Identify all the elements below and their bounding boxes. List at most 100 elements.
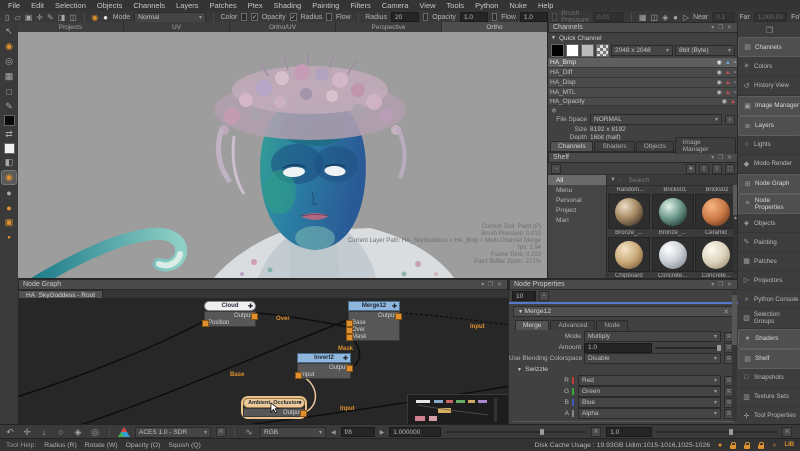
file-space-menu-button[interactable]: ≡	[725, 115, 735, 125]
dock-item-texture-sets[interactable]: ▥Texture Sets	[738, 388, 800, 407]
channel-row-ha-mtl[interactable]: HA_MTL◉▲▫	[548, 88, 738, 98]
white-swatch[interactable]	[566, 44, 579, 57]
tab-projects[interactable]: Projects	[18, 22, 123, 32]
channel-view-dropdown[interactable]: RGB	[260, 427, 326, 438]
resolution-dropdown[interactable]: 2048 x 2048	[611, 45, 673, 56]
menu-filters[interactable]: Filters	[350, 1, 370, 10]
warp-icon[interactable]: ◈	[72, 427, 84, 438]
lock-icon-2[interactable]	[744, 445, 750, 449]
menu-edit[interactable]: Edit	[31, 1, 44, 10]
pressure-checkbox[interactable]	[552, 13, 557, 21]
snowflake-cache-icon[interactable]: ❄	[551, 107, 557, 115]
flow-jitter-checkbox[interactable]	[326, 13, 331, 21]
dock-item-channels[interactable]: ▤Channels	[738, 37, 800, 57]
dock-item-objects[interactable]: ◈Objects	[738, 214, 800, 233]
pressure-field[interactable]: 0.01	[593, 12, 624, 22]
quick-channel-header[interactable]: ▼ Quick Channel	[548, 33, 738, 43]
expand-view-button[interactable]: ⛶	[725, 164, 735, 174]
tab-shaders[interactable]: Shaders	[594, 141, 634, 151]
flag-icon[interactable]: ▷	[683, 13, 689, 22]
lock-icon[interactable]: ▫	[734, 90, 736, 96]
node-properties-scrollbar[interactable]	[732, 291, 737, 421]
lock-icon-3[interactable]	[758, 445, 764, 449]
new-project-icon[interactable]: ▯	[4, 13, 10, 22]
ao-output-port[interactable]	[300, 410, 307, 417]
add-pointer-icon[interactable]: ✛	[36, 13, 43, 22]
close-section-icon[interactable]: ✕	[723, 308, 729, 316]
gain-reset-button[interactable]: R	[591, 427, 601, 437]
menu-file[interactable]: File	[8, 1, 20, 10]
background-color-swatch[interactable]	[4, 143, 15, 154]
clone-sphere-icon[interactable]: ●	[2, 186, 16, 199]
cloud-position-port[interactable]	[202, 320, 209, 327]
node-invert2[interactable]: Invert2✚ Output Input	[297, 353, 351, 379]
fstop-prev-icon[interactable]: ◀	[331, 429, 336, 436]
drop-paint-icon[interactable]: ↓	[38, 427, 50, 437]
file-space-dropdown[interactable]: NORMAL	[590, 114, 722, 125]
dock-item-history-view[interactable]: ↺History View	[738, 76, 800, 95]
pin-properties-button[interactable]: ▪	[539, 291, 549, 301]
pin-dot-icon[interactable]: ●	[2, 231, 16, 244]
node-merge12[interactable]: Merge12✚ Output Base Over Mask	[348, 301, 400, 341]
menu-ptex[interactable]: Ptex	[248, 1, 263, 10]
collapse-arrow-icon[interactable]: ▼	[551, 35, 556, 41]
shelf-swatch-ceramic[interactable]: Ceramic	[694, 194, 738, 236]
import-shelf-button[interactable]: ↧	[712, 164, 722, 174]
invert-input-port[interactable]	[295, 372, 302, 379]
gain-slider[interactable]	[446, 431, 586, 433]
black-swatch[interactable]	[551, 44, 564, 57]
select-cursor-icon[interactable]: ↖	[2, 25, 16, 38]
fstop-next-icon[interactable]: ▶	[380, 429, 385, 436]
circle-select-icon[interactable]: ○	[55, 427, 67, 437]
flow-checkbox[interactable]	[492, 13, 497, 21]
colorspace-reset-button[interactable]: R	[216, 427, 226, 437]
dock-item-colors[interactable]: ✳Colors	[738, 57, 800, 76]
dock-item-selection-groups[interactable]: ▧Selection Groups	[738, 309, 800, 328]
shelf-swatch-bronze-2[interactable]: Bronze_...	[651, 194, 695, 236]
rgb-triangle-icon[interactable]	[118, 427, 130, 437]
color-checkbox[interactable]	[241, 13, 246, 21]
gain-field[interactable]: 1.000000	[389, 427, 441, 437]
checker-swatch[interactable]	[596, 44, 609, 57]
swizzle-g-dropdown[interactable]: Green	[578, 386, 721, 397]
tab-node[interactable]: Node	[596, 320, 628, 330]
gamma-field[interactable]: 1.0	[606, 427, 652, 437]
menu-selection[interactable]: Selection	[55, 1, 86, 10]
color-pair-icon[interactable]: ◧	[2, 156, 16, 169]
menu-shading[interactable]: Shading	[274, 1, 302, 10]
channels-panel-header[interactable]: Channels▾ ❐ ✕	[548, 22, 738, 33]
marquee-select-icon[interactable]: □	[2, 85, 16, 98]
dock-item-node-properties[interactable]: ≡Node Properties	[738, 194, 800, 214]
camera-icon[interactable]: ◫	[650, 13, 658, 22]
merge-mask-port[interactable]	[346, 334, 353, 341]
3d-viewport[interactable]: Projects UV Ortho/UV Perspective Ortho C…	[18, 22, 547, 278]
dock-item-layers[interactable]: ≣Layers	[738, 116, 800, 136]
projector-icon[interactable]: ◫	[69, 13, 77, 22]
brush-tool-icon[interactable]: ✎	[47, 13, 54, 22]
gray-swatch[interactable]	[581, 44, 594, 57]
menu-nuke[interactable]: Nuke	[509, 1, 527, 10]
open-project-icon[interactable]: ▱	[14, 13, 20, 22]
opacity-field[interactable]: 1.0	[460, 12, 488, 22]
add-shelf-button[interactable]: ✚	[686, 164, 696, 174]
menu-camera[interactable]: Camera	[382, 1, 409, 10]
panel-window-controls[interactable]: ▾ ❐ ✕	[711, 24, 733, 31]
tab-ortho-uv[interactable]: Ortho/UV	[230, 22, 335, 32]
shelf-swatch-bronze-1[interactable]: Bronze_...	[607, 194, 651, 236]
tab-merge[interactable]: Merge	[515, 320, 549, 330]
menu-layers[interactable]: Layers	[176, 1, 199, 10]
channel-row-ha-diff[interactable]: HA_Diff◉▲▫	[548, 68, 738, 78]
bitdepth-dropdown[interactable]: 8bit (Byte)	[675, 45, 735, 56]
radius-jitter-checkbox[interactable]	[290, 13, 297, 21]
shelf-swatch-concrete-2[interactable]: Concrete...	[694, 237, 738, 279]
channel-row-ha-bmp[interactable]: HA_Bmp◉▲▫	[548, 58, 738, 68]
blend-colorspace-dropdown[interactable]: Disable	[584, 353, 721, 364]
dock-item-python-console[interactable]: »Python Console	[738, 290, 800, 309]
shelf-swatch-concrete-1[interactable]: Concrete...	[651, 237, 695, 279]
panel-window-controls[interactable]: ▾ ❐ ✕	[481, 281, 503, 288]
node-cloud[interactable]: Cloud✚ Output Position	[204, 301, 256, 327]
flow-field[interactable]: 1.0	[520, 12, 548, 22]
near-field[interactable]: 0.1	[712, 12, 735, 22]
merge12-section-header[interactable]: ▼ Merge12 ✕	[513, 306, 734, 317]
dock-item-node-graph[interactable]: ⊞Node Graph	[738, 174, 800, 194]
